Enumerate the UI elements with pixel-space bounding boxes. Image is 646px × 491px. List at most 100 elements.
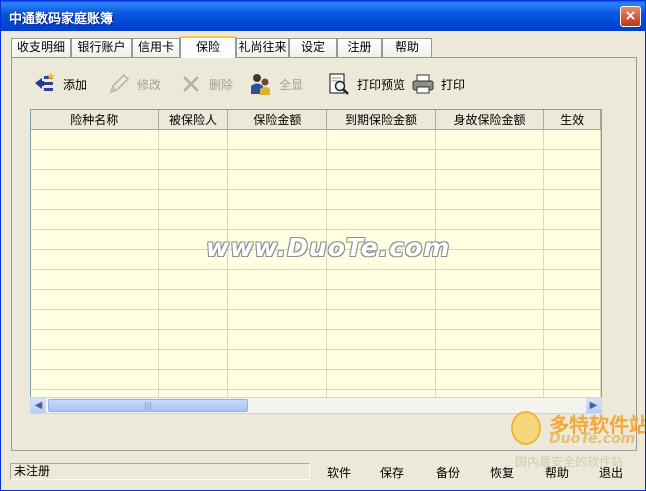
table-row[interactable] [31,309,601,330]
column-header-maturity-amount[interactable]: 到期保险金额 [326,110,436,130]
table-cell[interactable] [158,329,229,350]
column-header-death-amount[interactable]: 身故保险金额 [435,110,545,130]
table-row[interactable] [31,269,601,290]
table-cell[interactable] [158,349,229,370]
table-cell[interactable] [326,169,436,190]
table-cell[interactable] [435,269,545,290]
table-cell[interactable] [435,229,545,250]
table-cell[interactable] [435,129,545,150]
tab-gifts[interactable]: 礼尚往来 [236,38,289,57]
table-cell[interactable] [326,289,436,310]
table-cell[interactable] [227,189,328,210]
table-cell[interactable] [158,309,229,330]
tab-settings[interactable]: 设定 [289,38,337,57]
table-cell[interactable] [31,309,159,330]
table-cell[interactable] [158,369,229,390]
print-preview-button[interactable]: 打印预览 [327,69,405,99]
table-cell[interactable] [435,249,545,270]
print-button[interactable]: 打印 [411,69,465,99]
table-cell[interactable] [543,369,601,390]
table-cell[interactable] [435,369,545,390]
table-cell[interactable] [31,369,159,390]
table-row[interactable] [31,129,601,150]
table-cell[interactable] [31,149,159,170]
table-cell[interactable] [227,129,328,150]
table-cell[interactable] [227,309,328,330]
table-cell[interactable] [31,229,159,250]
table-cell[interactable] [326,129,436,150]
help-button[interactable]: 帮助 [545,464,569,481]
table-cell[interactable] [158,129,229,150]
table-cell[interactable] [543,229,601,250]
table-cell[interactable] [158,169,229,190]
table-cell[interactable] [31,269,159,290]
table-cell[interactable] [227,289,328,310]
table-row[interactable] [31,369,601,390]
scroll-thumb[interactable]: ||| [48,399,248,412]
tab-income-expense[interactable]: 收支明细 [11,38,71,57]
table-cell[interactable] [31,349,159,370]
backup-button[interactable]: 备份 [436,464,460,481]
save-button[interactable]: 保存 [380,464,404,481]
table-cell[interactable] [227,269,328,290]
show-all-button[interactable]: 全显 [249,69,303,99]
table-cell[interactable] [158,189,229,210]
table-cell[interactable] [326,349,436,370]
table-cell[interactable] [158,289,229,310]
add-button[interactable]: 添加 [33,69,87,99]
table-cell[interactable] [227,349,328,370]
edit-button[interactable]: 修改 [107,69,161,99]
column-header-effective[interactable]: 生效 [543,110,601,130]
table-cell[interactable] [543,269,601,290]
table-cell[interactable] [326,369,436,390]
table-cell[interactable] [326,189,436,210]
column-header-insurance-type[interactable]: 险种名称 [31,110,159,130]
table-cell[interactable] [543,309,601,330]
table-row[interactable] [31,189,601,210]
table-row[interactable] [31,349,601,370]
table-row[interactable] [31,329,601,350]
restore-button[interactable]: 恢复 [490,464,514,481]
table-cell[interactable] [31,189,159,210]
table-cell[interactable] [435,169,545,190]
table-cell[interactable] [543,329,601,350]
table-cell[interactable] [227,209,328,230]
tab-help[interactable]: 帮助 [382,38,432,57]
column-header-insured[interactable]: 被保险人 [158,110,229,130]
table-cell[interactable] [435,289,545,310]
scroll-left-arrow-icon[interactable]: ◀ [31,398,46,413]
table-cell[interactable] [543,129,601,150]
table-cell[interactable] [31,289,159,310]
table-cell[interactable] [31,129,159,150]
table-cell[interactable] [326,209,436,230]
table-row[interactable] [31,209,601,230]
title-bar[interactable]: 中通数码家庭账簿 × [1,1,645,31]
tab-insurance[interactable]: 保险 [180,36,236,58]
table-row[interactable] [31,169,601,190]
table-cell[interactable] [326,149,436,170]
table-cell[interactable] [31,329,159,350]
delete-button[interactable]: 删除 [179,69,233,99]
table-cell[interactable] [158,209,229,230]
table-row[interactable] [31,289,601,310]
tab-credit-card[interactable]: 信用卡 [132,38,180,57]
table-cell[interactable] [31,169,159,190]
column-header-amount[interactable]: 保险金额 [227,110,328,130]
table-cell[interactable] [435,209,545,230]
table-cell[interactable] [435,349,545,370]
table-cell[interactable] [543,289,601,310]
table-cell[interactable] [158,149,229,170]
table-cell[interactable] [543,169,601,190]
table-cell[interactable] [435,329,545,350]
tab-bank-accounts[interactable]: 银行账户 [71,38,132,57]
table-cell[interactable] [435,189,545,210]
tab-register[interactable]: 注册 [337,38,382,57]
table-cell[interactable] [435,149,545,170]
close-button[interactable]: × [620,6,641,27]
table-cell[interactable] [31,249,159,270]
table-cell[interactable] [227,149,328,170]
table-cell[interactable] [227,369,328,390]
table-cell[interactable] [326,329,436,350]
table-cell[interactable] [158,269,229,290]
software-button[interactable]: 软件 [327,464,351,481]
